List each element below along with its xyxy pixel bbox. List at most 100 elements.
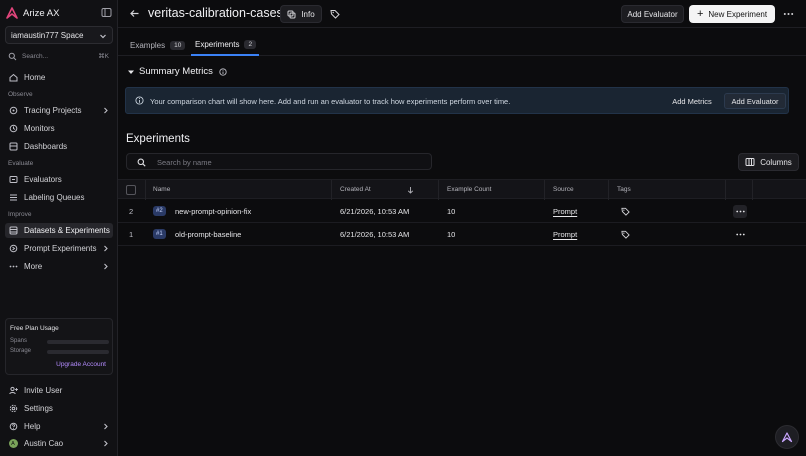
experiment-name[interactable]: new-prompt-opinion-fix — [175, 207, 251, 216]
sidebar-item-label: Monitors — [24, 124, 55, 133]
experiment-name[interactable]: old-prompt-baseline — [175, 230, 241, 239]
monitor-icon — [9, 124, 17, 133]
new-experiment-label: New Experiment — [708, 9, 768, 19]
more-vertical-menu-icon[interactable] — [783, 9, 794, 19]
col-tags[interactable]: Tags — [617, 186, 631, 193]
avatar: A — [8, 439, 18, 448]
sidebar-item-more[interactable]: More — [5, 259, 113, 274]
example-count: 10 — [447, 207, 456, 216]
sidebar-item-label: Settings — [24, 404, 53, 413]
search-icon — [137, 158, 146, 167]
add-evaluator-banner-button[interactable]: Add Evaluator — [724, 93, 786, 109]
plus-icon: + — [696, 7, 704, 20]
sidebar-item-user[interactable]: A Austin Cao — [5, 436, 113, 451]
summary-metrics-toggle[interactable]: Summary Metrics — [127, 66, 227, 77]
source-link[interactable]: Prompt — [553, 207, 577, 216]
section-improve: Improve — [8, 211, 32, 218]
chevron-right-icon — [104, 440, 108, 447]
tab-experiments[interactable]: Experiments 2 — [191, 34, 259, 56]
sidebar-item-labeling-queues[interactable]: Labeling Queues — [5, 190, 113, 205]
table-row[interactable]: 1 #1 old-prompt-baseline 6/21/2026, 10:5… — [118, 223, 806, 246]
col-created-at[interactable]: Created At — [340, 186, 371, 193]
sidebar-item-settings[interactable]: Settings — [5, 401, 113, 416]
home-icon — [9, 73, 17, 82]
tracing-icon — [9, 106, 17, 115]
sidebar-item-label: Help — [24, 422, 41, 431]
tab-examples[interactable]: Examples 10 — [130, 34, 186, 56]
sidebar-item-invite-user[interactable]: Invite User — [5, 383, 113, 398]
section-evaluate: Evaluate — [8, 160, 34, 167]
section-observe: Observe — [8, 91, 33, 98]
col-source[interactable]: Source — [553, 186, 574, 193]
columns-button[interactable]: Columns — [738, 153, 799, 171]
sidebar-item-evaluators[interactable]: Evaluators — [5, 172, 113, 187]
sidebar-item-help[interactable]: Help — [5, 419, 113, 434]
table-header: Name Created At Example Count Source Tag… — [118, 179, 806, 200]
add-tag-icon[interactable] — [621, 207, 630, 216]
more-horizontal-icon — [735, 210, 745, 213]
row-actions-button[interactable] — [733, 205, 747, 218]
sidebar-item-home[interactable]: Home — [5, 70, 113, 85]
sidebar-item-prompt-experiments[interactable]: Prompt Experiments — [5, 241, 113, 256]
search-icon — [8, 52, 17, 60]
columns-icon — [745, 158, 755, 166]
created-at: 6/21/2026, 10:53 AM — [340, 230, 410, 239]
sidebar-item-datasets[interactable]: Datasets & Experiments — [5, 223, 113, 238]
evaluator-icon — [9, 176, 17, 183]
back-arrow-icon[interactable] — [129, 8, 140, 19]
source-link[interactable]: Prompt — [553, 230, 577, 239]
assistant-fab-button[interactable] — [775, 425, 799, 449]
search-input[interactable] — [157, 156, 417, 168]
col-name[interactable]: Name — [153, 186, 170, 193]
row-index: 2 — [129, 207, 134, 216]
sidebar-item-tracing-projects[interactable]: Tracing Projects — [5, 103, 113, 118]
tab-bar: Examples 10 Experiments 2 — [118, 34, 806, 56]
space-name: iamaustin777 Space — [11, 30, 84, 40]
search-shortcut: ⌘K — [98, 53, 109, 60]
new-experiment-button[interactable]: + New Experiment — [689, 5, 775, 23]
table-row[interactable]: 2 #2 new-prompt-opinion-fix 6/21/2026, 1… — [118, 200, 806, 223]
tag-icon[interactable] — [330, 9, 340, 19]
sidebar-item-dashboards[interactable]: Dashboards — [5, 139, 113, 154]
queue-icon — [9, 194, 17, 201]
sidebar-item-label: Labeling Queues — [24, 193, 85, 202]
chevron-right-icon — [104, 423, 108, 430]
col-example-count[interactable]: Example Count — [447, 186, 491, 193]
info-icon[interactable] — [219, 67, 227, 76]
experiment-number-badge: #1 — [153, 229, 166, 239]
spans-usage-bar — [47, 340, 109, 344]
add-metrics-button[interactable]: Add Metrics — [667, 93, 717, 109]
sidebar-item-label: Dashboards — [24, 142, 68, 151]
sidebar-item-label: Invite User — [24, 386, 63, 395]
columns-label: Columns — [760, 157, 792, 167]
plan-usage-card: Free Plan Usage Spans Storage Upgrade Ac… — [5, 318, 113, 375]
plan-title: Free Plan Usage — [10, 325, 59, 332]
main-content: veritas-calibration-cases Info Add Evalu… — [118, 0, 806, 456]
info-button[interactable]: Info — [280, 5, 322, 23]
experiment-search[interactable] — [126, 153, 432, 170]
sidebar-item-label: Prompt Experiments — [24, 244, 97, 253]
help-icon — [9, 422, 17, 431]
add-tag-icon[interactable] — [621, 230, 630, 239]
tab-label: Examples — [130, 40, 166, 50]
info-label: Info — [301, 9, 315, 19]
upgrade-account-link[interactable]: Upgrade Account — [56, 361, 106, 368]
example-count: 10 — [447, 230, 456, 239]
row-actions-button[interactable] — [733, 228, 747, 241]
sidebar-search[interactable]: Search... ⌘K — [5, 49, 113, 63]
brand-name: Arize AX — [23, 7, 60, 19]
collapse-sidebar-icon[interactable] — [101, 7, 112, 18]
prompt-icon — [9, 244, 17, 253]
page-title: veritas-calibration-cases — [148, 6, 283, 20]
add-evaluator-header-button[interactable]: Add Evaluator — [621, 5, 684, 23]
sidebar-item-label: Evaluators — [24, 175, 62, 184]
space-selector[interactable]: iamaustin777 Space — [5, 26, 113, 44]
select-all-checkbox[interactable] — [126, 185, 136, 195]
experiments-heading: Experiments — [126, 133, 190, 145]
sidebar: Arize AX iamaustin777 Space Search... ⌘K… — [0, 0, 118, 456]
chevron-right-icon — [104, 263, 108, 270]
arize-assistant-icon — [781, 432, 793, 443]
sort-desc-icon[interactable] — [407, 186, 414, 194]
sidebar-item-monitors[interactable]: Monitors — [5, 121, 113, 136]
user-plus-icon — [8, 386, 18, 395]
